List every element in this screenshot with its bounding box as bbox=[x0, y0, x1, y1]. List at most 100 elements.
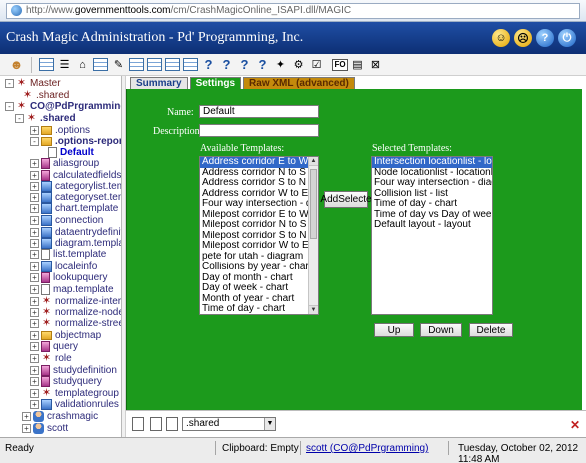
scroll-up-icon[interactable]: ▲ bbox=[309, 157, 318, 166]
list-item[interactable]: Four way intersection - diagram bbox=[372, 178, 492, 189]
table-icon[interactable] bbox=[93, 58, 108, 71]
list-item[interactable]: Milepost corridor N to S - diag bbox=[200, 220, 318, 231]
add-selected-button[interactable]: AddSelecte bbox=[320, 191, 372, 208]
scroll-thumb[interactable] bbox=[310, 169, 317, 239]
collapse-icon[interactable]: - bbox=[15, 114, 24, 123]
expand-icon[interactable]: + bbox=[30, 319, 39, 328]
expand-icon[interactable]: + bbox=[30, 193, 39, 202]
up-button[interactable]: Up bbox=[374, 323, 414, 337]
expand-icon[interactable]: + bbox=[30, 250, 39, 259]
expand-icon[interactable]: + bbox=[22, 412, 31, 421]
expand-icon[interactable]: + bbox=[30, 331, 39, 340]
expand-icon[interactable]: + bbox=[30, 204, 39, 213]
list-item[interactable]: Milepost corridor E to W - diag bbox=[200, 210, 318, 221]
fo-button[interactable]: FO bbox=[332, 58, 348, 71]
copy-icon[interactable] bbox=[132, 417, 144, 431]
list-item[interactable]: Day of week - chart bbox=[200, 283, 318, 294]
list-item[interactable]: Address corridor S to N - diagr bbox=[200, 178, 318, 189]
query-help-icon-2[interactable]: ? bbox=[218, 56, 235, 73]
list-item[interactable]: Time of day - chart bbox=[200, 304, 318, 314]
list-item[interactable]: Month of year - chart bbox=[200, 294, 318, 305]
list-item[interactable]: Node locationlist - locationlist bbox=[372, 168, 492, 179]
power-icon[interactable]: ⏻ bbox=[558, 29, 576, 47]
list-item[interactable]: ClickOn - list bbox=[200, 315, 318, 316]
list-item[interactable]: Collisions by year - chart bbox=[200, 262, 318, 273]
list-icon[interactable]: ☰ bbox=[56, 56, 73, 73]
collapse-icon[interactable]: - bbox=[30, 137, 39, 146]
list-item[interactable]: Address corridor E to W - diagr bbox=[200, 157, 318, 168]
user-icon[interactable]: ☻ bbox=[8, 56, 25, 73]
expand-icon[interactable]: + bbox=[30, 239, 39, 248]
tab-raw-xml[interactable]: Raw XML (advanced) bbox=[243, 77, 355, 89]
export-icon[interactable]: ▤ bbox=[349, 56, 366, 73]
expand-icon[interactable]: + bbox=[30, 377, 39, 386]
expand-icon[interactable]: + bbox=[30, 228, 39, 237]
list-item[interactable]: Four way intersection - diagra bbox=[200, 199, 318, 210]
collapse-icon[interactable]: - bbox=[5, 79, 14, 88]
wizard-icon[interactable]: ✦ bbox=[272, 56, 289, 73]
delete-button[interactable]: Delete bbox=[469, 323, 513, 337]
report-icon[interactable] bbox=[129, 58, 144, 71]
available-list-scrollbar[interactable]: ▲ ▼ bbox=[308, 157, 318, 314]
list-item[interactable]: Day of month - chart bbox=[200, 273, 318, 284]
tab-settings[interactable]: Settings bbox=[189, 77, 242, 89]
tab-summary[interactable]: Summary bbox=[130, 77, 188, 89]
list-item[interactable]: Address corridor N to S - diagra bbox=[200, 168, 318, 179]
expand-icon[interactable]: + bbox=[30, 366, 39, 375]
collapse-icon[interactable]: - bbox=[5, 102, 14, 111]
frown-icon[interactable]: ☹ bbox=[514, 29, 532, 47]
tools-icon[interactable]: ⚙ bbox=[290, 56, 307, 73]
list-item[interactable]: Address corridor W to E - diag bbox=[200, 189, 318, 200]
available-templates-list[interactable]: Address corridor E to W - diagrAddress c… bbox=[199, 156, 319, 315]
expand-icon[interactable]: + bbox=[30, 400, 39, 409]
expand-icon[interactable]: + bbox=[30, 159, 39, 168]
grid-icon[interactable] bbox=[39, 58, 54, 71]
expand-icon[interactable]: + bbox=[30, 273, 39, 282]
paste-icon[interactable] bbox=[166, 417, 178, 431]
chevron-down-icon[interactable]: ▼ bbox=[264, 418, 275, 430]
expand-icon[interactable]: + bbox=[30, 285, 39, 294]
query-help-icon-1[interactable]: ? bbox=[200, 56, 217, 73]
down-button[interactable]: Down bbox=[420, 323, 462, 337]
folder-select[interactable]: .shared ▼ bbox=[182, 417, 276, 431]
help-icon[interactable]: ? bbox=[536, 29, 554, 47]
smiley-icon[interactable]: ☺ bbox=[492, 29, 510, 47]
pencil-icon[interactable]: ✎ bbox=[110, 56, 127, 73]
expand-icon[interactable]: + bbox=[30, 262, 39, 271]
close-window-icon[interactable]: ⊠ bbox=[367, 56, 384, 73]
list-item[interactable]: Milepost corridor W to E - diag bbox=[200, 241, 318, 252]
expand-icon[interactable]: + bbox=[30, 389, 39, 398]
map-icon[interactable]: ⌂ bbox=[74, 56, 91, 73]
expand-icon[interactable]: + bbox=[30, 126, 39, 135]
list-item[interactable]: Default layout - layout bbox=[372, 220, 492, 231]
new-document-icon[interactable] bbox=[150, 417, 162, 431]
query-help-icon-3[interactable]: ? bbox=[236, 56, 253, 73]
url-field[interactable]: http://www. governmenttools.com/cm/CrashM… bbox=[6, 2, 580, 19]
expand-icon[interactable]: + bbox=[30, 182, 39, 191]
expand-icon[interactable]: + bbox=[30, 297, 39, 306]
tree-item[interactable]: + scott bbox=[22, 422, 68, 435]
expand-icon[interactable]: + bbox=[30, 342, 39, 351]
list-item[interactable]: Time of day - chart bbox=[372, 199, 492, 210]
sheet-icon[interactable] bbox=[147, 58, 162, 71]
expand-icon[interactable]: + bbox=[30, 354, 39, 363]
list-item[interactable]: Intersection locationlist - locationli bbox=[372, 157, 492, 168]
form-icon[interactable] bbox=[183, 58, 198, 71]
calendar-icon[interactable] bbox=[165, 58, 180, 71]
description-field[interactable] bbox=[199, 124, 319, 137]
list-item[interactable]: Time of day vs Day of week - cro bbox=[372, 210, 492, 221]
list-item[interactable]: Milepost corridor S to N - diag bbox=[200, 231, 318, 242]
selected-templates-list[interactable]: Intersection locationlist - locationliNo… bbox=[371, 156, 493, 315]
expand-icon[interactable]: + bbox=[30, 171, 39, 180]
expand-icon[interactable]: + bbox=[22, 424, 31, 433]
checklist-icon[interactable]: ☑ bbox=[308, 56, 325, 73]
expand-icon[interactable]: + bbox=[30, 308, 39, 317]
list-item[interactable]: pete for utah - diagram bbox=[200, 252, 318, 263]
scroll-down-icon[interactable]: ▼ bbox=[309, 305, 318, 314]
expand-icon[interactable]: + bbox=[30, 216, 39, 225]
list-item[interactable]: Collision list - list bbox=[372, 189, 492, 200]
status-user-link[interactable]: scott (CO@PdPrgramming) bbox=[306, 443, 428, 454]
query-help-icon-4[interactable]: ? bbox=[254, 56, 271, 73]
close-icon[interactable]: ✕ bbox=[570, 418, 580, 432]
name-field[interactable]: Default bbox=[199, 105, 319, 118]
